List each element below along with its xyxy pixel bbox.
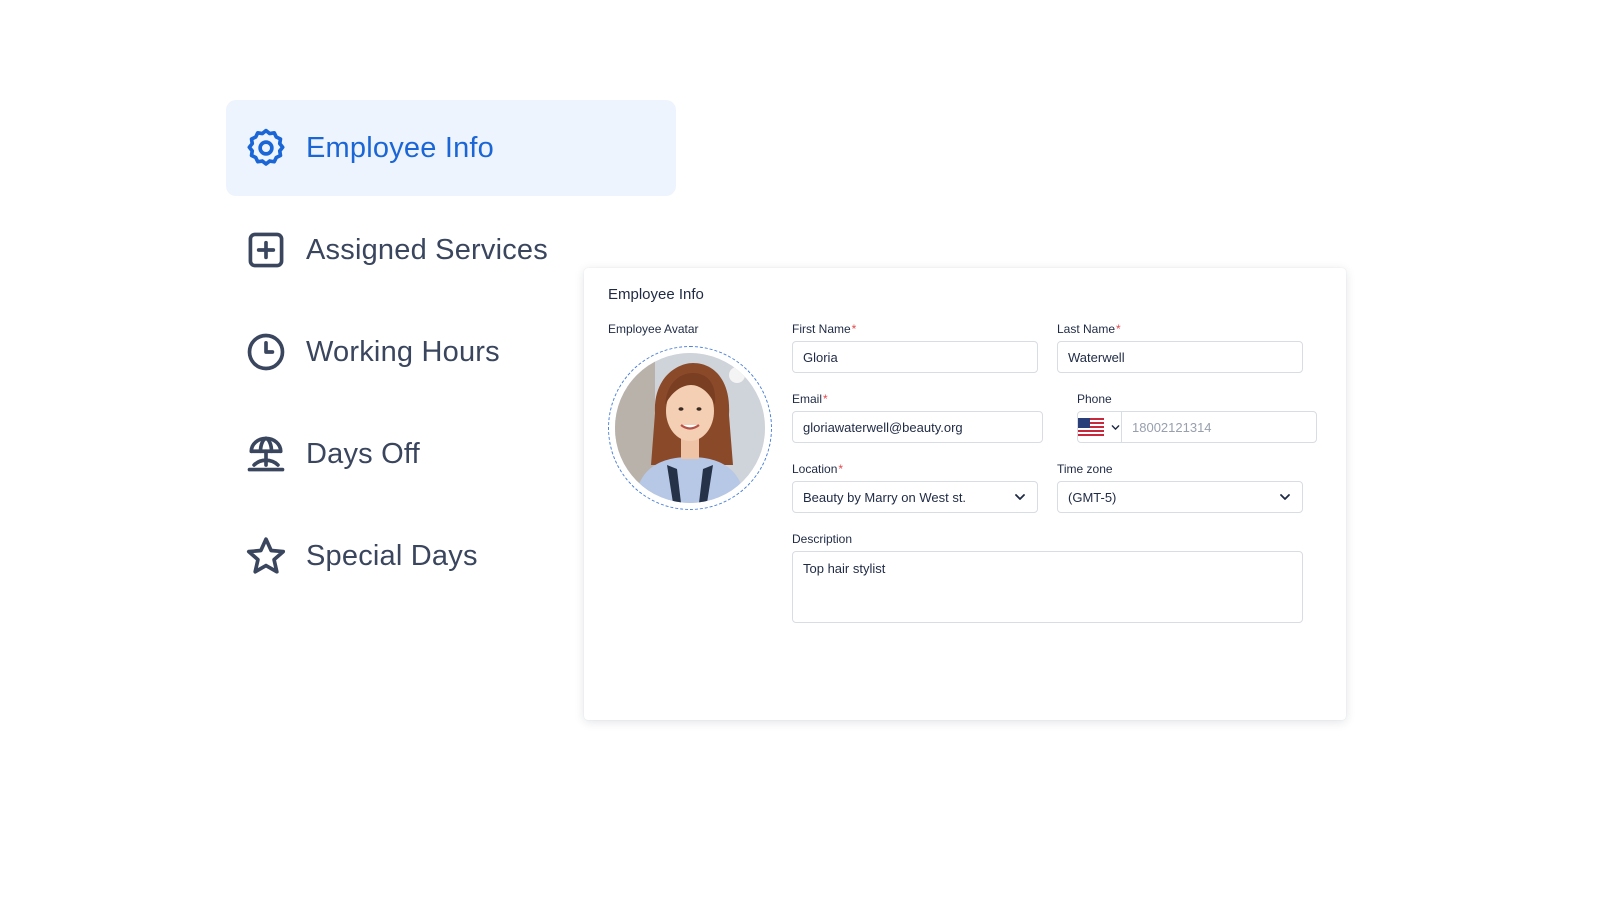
sidebar-item-label: Special Days xyxy=(306,539,478,572)
location-label: Location* xyxy=(792,462,844,476)
sidebar-item-label: Assigned Services xyxy=(306,233,548,266)
employee-info-card: Employee Info Employee Avatar First Name… xyxy=(584,268,1346,720)
sidebar-item-employee-info[interactable]: Employee Info xyxy=(226,100,676,196)
us-flag-icon xyxy=(1078,418,1104,436)
plus-square-icon xyxy=(244,228,288,272)
last-name-input[interactable] xyxy=(1057,341,1303,373)
gear-icon xyxy=(244,126,288,170)
location-select[interactable]: Beauty by Marry on West st. xyxy=(792,481,1038,513)
island-icon xyxy=(244,432,288,476)
star-icon xyxy=(244,534,288,578)
email-label: Email* xyxy=(792,392,828,406)
avatar-label: Employee Avatar xyxy=(608,322,699,336)
timezone-label: Time zone xyxy=(1057,462,1113,476)
clock-icon xyxy=(244,330,288,374)
card-title: Employee Info xyxy=(608,286,704,303)
chevron-down-icon xyxy=(1111,424,1120,430)
sidebar-item-label: Days Off xyxy=(306,437,420,470)
chevron-down-icon xyxy=(1280,494,1290,500)
avatar-upload[interactable] xyxy=(608,346,772,510)
avatar xyxy=(615,353,765,503)
country-select[interactable] xyxy=(1078,412,1122,442)
description-label: Description xyxy=(792,532,853,546)
first-name-label: First Name* xyxy=(792,322,857,336)
timezone-value: (GMT-5) xyxy=(1068,489,1117,505)
location-value: Beauty by Marry on West st. xyxy=(803,489,967,505)
sidebar-item-label: Working Hours xyxy=(306,335,500,368)
timezone-select[interactable]: (GMT-5) xyxy=(1057,481,1303,513)
last-name-label: Last Name* xyxy=(1057,322,1121,336)
first-name-input[interactable] xyxy=(792,341,1038,373)
sidebar-item-label: Employee Info xyxy=(306,131,494,164)
phone-input[interactable] xyxy=(1122,412,1318,442)
chevron-down-icon xyxy=(1015,494,1025,500)
phone-label: Phone xyxy=(1077,392,1112,406)
description-input[interactable]: Top hair stylist xyxy=(792,551,1303,623)
email-input[interactable] xyxy=(792,411,1043,443)
phone-field xyxy=(1077,411,1318,443)
